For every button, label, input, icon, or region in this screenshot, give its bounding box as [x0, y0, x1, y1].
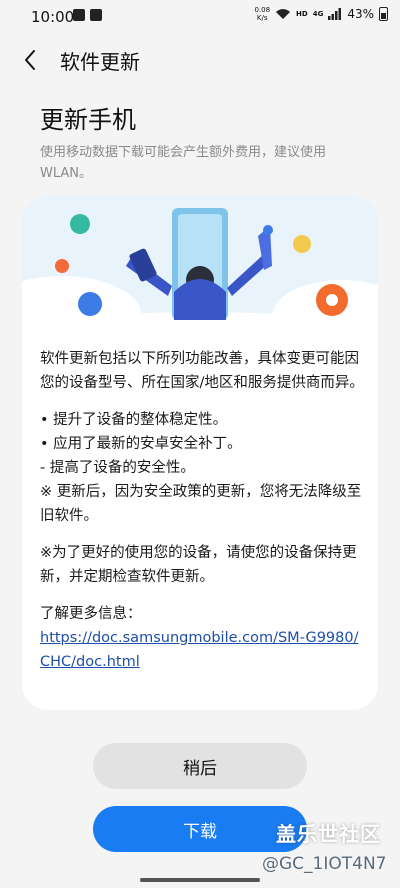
later-button[interactable]: 稍后 — [93, 743, 307, 789]
update-illustration — [22, 196, 378, 340]
network-type-label: 4G — [312, 10, 324, 18]
release-item: • 提升了设备的整体稳定性。 — [40, 412, 228, 428]
release-notes-text: 软件更新包括以下所列功能改善，具体变更可能因您的设备型号、所在国家/地区和服务提… — [40, 347, 366, 674]
signal-icon — [328, 8, 342, 20]
status-bar: 10:00 0.08 K/s HD 4G 43% — [0, 0, 400, 34]
watermark-community: 盖乐世社区 — [276, 822, 381, 846]
network-speed: 0.08 K/s — [254, 6, 271, 22]
app-bar: 软件更新 — [0, 38, 400, 82]
more-info-label: 了解更多信息： — [40, 606, 142, 622]
back-button[interactable] — [14, 43, 46, 77]
mobile-data-warning: 使用移动数据下载可能会产生额外费用，建议使用WLAN。 — [40, 145, 327, 181]
download-notification-icon — [90, 9, 102, 21]
watermark-handle: @GC_1IOT4N7 — [262, 854, 387, 874]
status-time: 10:00 — [31, 8, 75, 26]
update-note: ※为了更好的使用您的设备，请使您的设备保持更新，并定期检查软件更新。 — [40, 545, 357, 585]
download-button[interactable]: 下载 — [93, 806, 307, 852]
battery-percent: 43% — [347, 7, 374, 21]
update-heading: 更新手机 — [40, 106, 136, 134]
release-item: • 应用了最新的安卓安全补丁。 — [40, 436, 242, 452]
release-notes-card: 软件更新包括以下所列功能改善，具体变更可能因您的设备型号、所在国家/地区和服务提… — [22, 196, 378, 710]
notification-icons — [73, 9, 102, 21]
chevron-left-icon — [25, 50, 35, 70]
wifi-icon — [276, 9, 291, 19]
hd-label: HD — [296, 10, 308, 18]
more-info-link[interactable]: https://doc.samsungmobile.com/SM-G9980/C… — [40, 626, 366, 674]
gallery-notification-icon — [73, 9, 85, 21]
battery-icon — [379, 7, 388, 21]
home-indicator[interactable] — [140, 878, 260, 882]
page-title: 软件更新 — [60, 50, 140, 74]
release-item: - 提高了设备的安全性。 — [40, 460, 195, 476]
status-right-group: 0.08 K/s HD 4G 43% — [254, 6, 388, 22]
release-item: ※ 更新后，因为安全政策的更新，您将无法降级至旧软件。 — [40, 484, 362, 524]
release-intro: 软件更新包括以下所列功能改善，具体变更可能因您的设备型号、所在国家/地区和服务提… — [40, 351, 364, 391]
